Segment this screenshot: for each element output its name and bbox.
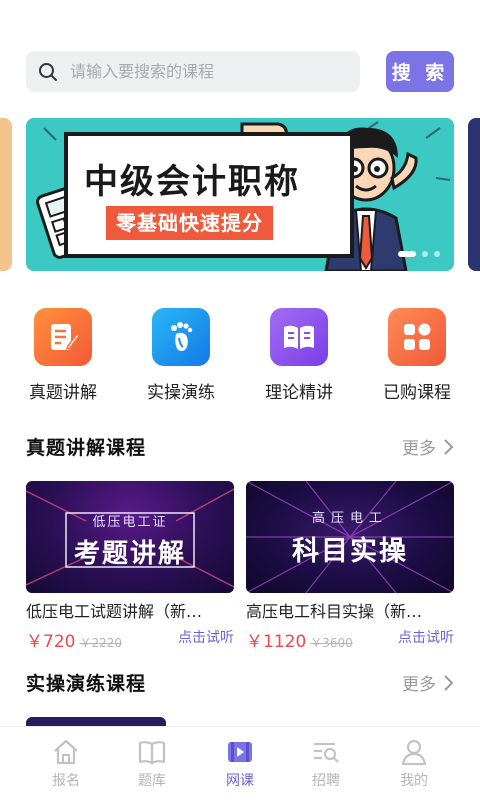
tab-label: 题库 xyxy=(138,773,166,789)
more-label: 更多 xyxy=(402,439,436,459)
tab-label: 网课 xyxy=(226,773,254,789)
category-practice[interactable]: 实操演练 xyxy=(131,308,231,403)
carousel-dot-active xyxy=(398,251,416,257)
open-book-icon xyxy=(270,308,328,366)
category-label: 实操演练 xyxy=(147,383,215,403)
search-input[interactable] xyxy=(70,62,330,81)
chevron-right-icon xyxy=(444,438,454,455)
more-link[interactable]: 更多 xyxy=(402,670,454,695)
banner-title: 中级会计职称 xyxy=(84,162,300,202)
course-title: 低压电工试题讲解（新… xyxy=(26,602,203,621)
course-thumbnail: 高压电工 科目实操 xyxy=(246,481,454,593)
video-icon xyxy=(228,742,252,762)
price-row: ￥1120 ￥3600 点击试听 xyxy=(246,627,454,652)
section-title: 实操演练课程 xyxy=(26,673,147,695)
carousel-dot xyxy=(434,251,440,257)
book-icon xyxy=(138,741,166,765)
section-header-practice: 实操演练课程 更多 xyxy=(26,669,454,697)
thumb-small-text: 低压电工证 xyxy=(92,515,168,530)
tab-label: 招聘 xyxy=(312,773,340,789)
thumb-small-text: 高压电工 xyxy=(311,511,388,526)
tab-online-course[interactable]: 网课 xyxy=(200,737,280,790)
course-thumbnail: 低压电工证 考题讲解 xyxy=(26,481,234,593)
price-row: ￥720 ￥2220 点击试听 xyxy=(26,627,234,652)
banner-slide[interactable]: 中级会计职称 零基础快速提分 xyxy=(26,118,454,271)
foot-icon xyxy=(152,308,210,366)
category-grid: 真题讲解 实操演练 理论精讲 已购课程 xyxy=(0,308,480,408)
search-box[interactable] xyxy=(26,51,360,92)
course-card[interactable]: 高压电工 科目实操 高压电工科目实操（新… ￥1120 ￥3600 点击试听 xyxy=(246,481,454,652)
tab-mine[interactable]: 我的 xyxy=(374,737,454,790)
carousel-dot xyxy=(422,251,428,257)
thumb-big-text: 科目实操 xyxy=(292,536,408,567)
course-card[interactable]: 低压电工证 考题讲解 低压电工试题讲解（新… ￥720 ￥2220 点击试听 xyxy=(26,481,234,652)
section-title: 真题讲解课程 xyxy=(26,437,147,459)
edit-document-icon xyxy=(34,308,92,366)
category-exam-explain[interactable]: 真题讲解 xyxy=(13,308,113,403)
bottom-tab-bar: 报名 题库 网课 招聘 我的 xyxy=(0,726,480,800)
search-button[interactable]: 搜 索 xyxy=(386,51,454,92)
category-label: 理论精讲 xyxy=(265,383,333,403)
banner-carousel[interactable]: 中级会计职称 零基础快速提分 xyxy=(0,118,480,271)
price: ￥1120 ￥3600 xyxy=(246,627,353,652)
trial-link[interactable]: 点击试听 xyxy=(398,627,454,647)
tab-label: 我的 xyxy=(400,773,428,789)
category-label: 已购课程 xyxy=(383,383,451,403)
home-icon xyxy=(54,739,78,765)
current-price: ￥1120 xyxy=(246,632,307,652)
original-price: ￥3600 xyxy=(310,636,353,650)
section-header-exam: 真题讲解课程 更多 xyxy=(26,433,454,461)
chevron-right-icon xyxy=(444,674,454,691)
thumb-big-text: 考题讲解 xyxy=(73,539,186,569)
category-label: 真题讲解 xyxy=(29,383,97,403)
tab-label: 报名 xyxy=(52,773,80,789)
category-theory[interactable]: 理论精讲 xyxy=(249,308,349,403)
banner-subtitle: 零基础快速提分 xyxy=(106,206,273,240)
banner-next-peek xyxy=(468,118,480,271)
job-search-icon xyxy=(314,742,339,763)
course-title: 高压电工科目实操（新… xyxy=(246,602,423,621)
category-purchased[interactable]: 已购课程 xyxy=(367,308,467,403)
search-icon xyxy=(39,62,57,81)
user-icon xyxy=(401,739,427,766)
current-price: ￥720 xyxy=(26,632,76,652)
tab-question-bank[interactable]: 题库 xyxy=(112,737,192,790)
more-label: 更多 xyxy=(402,675,436,695)
price: ￥720 ￥2220 xyxy=(26,627,122,652)
tab-signup[interactable]: 报名 xyxy=(26,737,106,790)
grid-apps-icon xyxy=(388,308,446,366)
tab-jobs[interactable]: 招聘 xyxy=(286,737,366,790)
search-bar: 搜 索 xyxy=(26,51,454,92)
more-link[interactable]: 更多 xyxy=(402,434,454,459)
carousel-indicator xyxy=(398,251,440,257)
trial-link[interactable]: 点击试听 xyxy=(178,627,234,647)
original-price: ￥2220 xyxy=(79,636,122,650)
banner-prev-peek xyxy=(0,118,12,271)
